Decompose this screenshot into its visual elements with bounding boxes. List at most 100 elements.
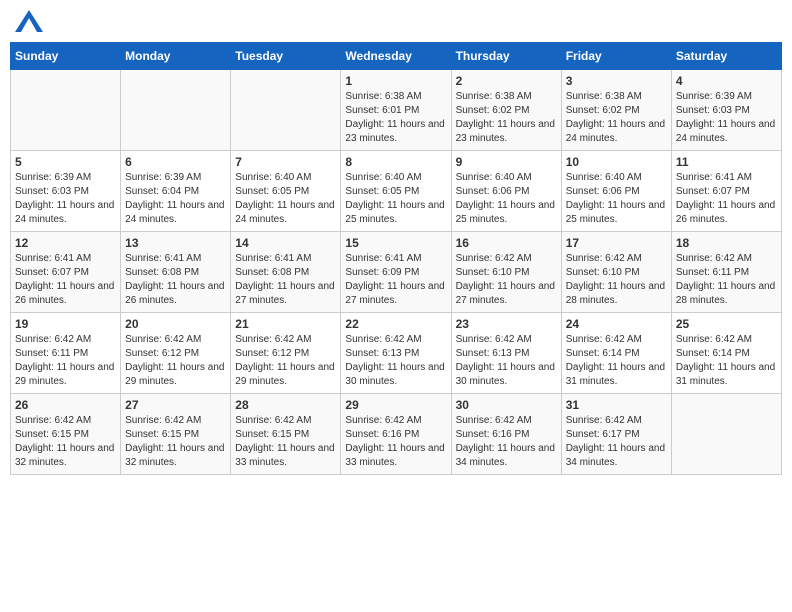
- day-number: 21: [235, 317, 336, 331]
- day-number: 23: [456, 317, 557, 331]
- day-cell: 13 Sunrise: 6:41 AMSunset: 6:08 PMDayligh…: [121, 232, 231, 313]
- day-cell: 15 Sunrise: 6:41 AMSunset: 6:09 PMDayligh…: [341, 232, 451, 313]
- day-number: 15: [345, 236, 446, 250]
- day-info: Sunrise: 6:40 AMSunset: 6:05 PMDaylight:…: [345, 171, 446, 227]
- day-number: 8: [345, 155, 446, 169]
- day-cell: 16 Sunrise: 6:42 AMSunset: 6:10 PMDayligh…: [451, 232, 561, 313]
- day-number: 2: [456, 74, 557, 88]
- day-cell: 10 Sunrise: 6:40 AMSunset: 6:06 PMDayligh…: [561, 151, 671, 232]
- calendar: SundayMondayTuesdayWednesdayThursdayFrid…: [10, 42, 782, 475]
- day-cell: 1Sunrise: 6:38 AMSunset: 6:01 PMDaylight…: [341, 70, 451, 151]
- week-row-2: 5Sunrise: 6:39 AMSunset: 6:03 PMDaylight…: [11, 151, 782, 232]
- day-number: 18: [676, 236, 777, 250]
- day-info: Sunrise: 6:41 AMSunset: 6:07 PMDaylight:…: [676, 171, 777, 227]
- day-number: 17: [566, 236, 667, 250]
- day-number: 6: [125, 155, 226, 169]
- weekday-header-thursday: Thursday: [451, 43, 561, 70]
- day-cell: [121, 70, 231, 151]
- day-info: Sunrise: 6:40 AMSunset: 6:05 PMDaylight:…: [235, 171, 336, 227]
- day-info: Sunrise: 6:39 AMSunset: 6:03 PMDaylight:…: [676, 90, 777, 146]
- day-info: Sunrise: 6:42 AMSunset: 6:14 PMDaylight:…: [676, 333, 777, 389]
- day-number: 3: [566, 74, 667, 88]
- day-cell: 26 Sunrise: 6:42 AMSunset: 6:15 PMDayligh…: [11, 394, 121, 475]
- day-number: 25: [676, 317, 777, 331]
- day-cell: 5Sunrise: 6:39 AMSunset: 6:03 PMDaylight…: [11, 151, 121, 232]
- logo: [15, 10, 45, 32]
- day-cell: [671, 394, 781, 475]
- day-info: Sunrise: 6:42 AMSunset: 6:15 PMDaylight:…: [125, 414, 226, 470]
- day-info: Sunrise: 6:38 AMSunset: 6:02 PMDaylight:…: [456, 90, 557, 146]
- week-row-4: 19 Sunrise: 6:42 AMSunset: 6:11 PMDayligh…: [11, 313, 782, 394]
- day-number: 31: [566, 398, 667, 412]
- weekday-header-saturday: Saturday: [671, 43, 781, 70]
- week-row-5: 26 Sunrise: 6:42 AMSunset: 6:15 PMDayligh…: [11, 394, 782, 475]
- day-info: Sunrise: 6:42 AMSunset: 6:13 PMDaylight:…: [456, 333, 557, 389]
- day-info: Sunrise: 6:42 AMSunset: 6:15 PMDaylight:…: [15, 414, 116, 470]
- day-number: 1: [345, 74, 446, 88]
- weekday-header-tuesday: Tuesday: [231, 43, 341, 70]
- day-number: 10: [566, 155, 667, 169]
- day-info: Sunrise: 6:42 AMSunset: 6:11 PMDaylight:…: [676, 252, 777, 308]
- day-cell: 4 Sunrise: 6:39 AMSunset: 6:03 PMDaylight…: [671, 70, 781, 151]
- day-info: Sunrise: 6:41 AMSunset: 6:08 PMDaylight:…: [235, 252, 336, 308]
- weekday-header-wednesday: Wednesday: [341, 43, 451, 70]
- day-info: Sunrise: 6:40 AMSunset: 6:06 PMDaylight:…: [566, 171, 667, 227]
- day-number: 27: [125, 398, 226, 412]
- day-info: Sunrise: 6:42 AMSunset: 6:13 PMDaylight:…: [345, 333, 446, 389]
- day-cell: 20 Sunrise: 6:42 AMSunset: 6:12 PMDayligh…: [121, 313, 231, 394]
- day-cell: 30 Sunrise: 6:42 AMSunset: 6:16 PMDayligh…: [451, 394, 561, 475]
- day-info: Sunrise: 6:41 AMSunset: 6:08 PMDaylight:…: [125, 252, 226, 308]
- day-number: 20: [125, 317, 226, 331]
- day-info: Sunrise: 6:42 AMSunset: 6:11 PMDaylight:…: [15, 333, 116, 389]
- day-info: Sunrise: 6:41 AMSunset: 6:09 PMDaylight:…: [345, 252, 446, 308]
- day-cell: 18 Sunrise: 6:42 AMSunset: 6:11 PMDayligh…: [671, 232, 781, 313]
- day-info: Sunrise: 6:42 AMSunset: 6:12 PMDaylight:…: [235, 333, 336, 389]
- day-info: Sunrise: 6:42 AMSunset: 6:10 PMDaylight:…: [456, 252, 557, 308]
- day-cell: 22 Sunrise: 6:42 AMSunset: 6:13 PMDayligh…: [341, 313, 451, 394]
- day-info: Sunrise: 6:39 AMSunset: 6:03 PMDaylight:…: [15, 171, 116, 227]
- day-info: Sunrise: 6:42 AMSunset: 6:17 PMDaylight:…: [566, 414, 667, 470]
- day-number: 29: [345, 398, 446, 412]
- day-info: Sunrise: 6:42 AMSunset: 6:10 PMDaylight:…: [566, 252, 667, 308]
- day-info: Sunrise: 6:40 AMSunset: 6:06 PMDaylight:…: [456, 171, 557, 227]
- day-cell: 24Sunrise: 6:42 AMSunset: 6:14 PMDayligh…: [561, 313, 671, 394]
- day-number: 11: [676, 155, 777, 169]
- week-row-3: 12 Sunrise: 6:41 AMSunset: 6:07 PMDayligh…: [11, 232, 782, 313]
- day-cell: 29Sunrise: 6:42 AMSunset: 6:16 PMDayligh…: [341, 394, 451, 475]
- day-info: Sunrise: 6:42 AMSunset: 6:16 PMDaylight:…: [456, 414, 557, 470]
- day-number: 4: [676, 74, 777, 88]
- day-info: Sunrise: 6:42 AMSunset: 6:12 PMDaylight:…: [125, 333, 226, 389]
- day-number: 16: [456, 236, 557, 250]
- day-number: 12: [15, 236, 116, 250]
- day-number: 9: [456, 155, 557, 169]
- weekday-header-monday: Monday: [121, 43, 231, 70]
- page-header: [10, 10, 782, 32]
- day-cell: 28Sunrise: 6:42 AMSunset: 6:15 PMDayligh…: [231, 394, 341, 475]
- week-row-1: 1Sunrise: 6:38 AMSunset: 6:01 PMDaylight…: [11, 70, 782, 151]
- day-number: 26: [15, 398, 116, 412]
- day-cell: 12 Sunrise: 6:41 AMSunset: 6:07 PMDayligh…: [11, 232, 121, 313]
- day-number: 28: [235, 398, 336, 412]
- day-number: 19: [15, 317, 116, 331]
- day-cell: [231, 70, 341, 151]
- day-info: Sunrise: 6:41 AMSunset: 6:07 PMDaylight:…: [15, 252, 116, 308]
- day-cell: 17 Sunrise: 6:42 AMSunset: 6:10 PMDayligh…: [561, 232, 671, 313]
- day-cell: 7 Sunrise: 6:40 AMSunset: 6:05 PMDaylight…: [231, 151, 341, 232]
- day-cell: 19 Sunrise: 6:42 AMSunset: 6:11 PMDayligh…: [11, 313, 121, 394]
- day-cell: 3Sunrise: 6:38 AMSunset: 6:02 PMDaylight…: [561, 70, 671, 151]
- day-cell: 25 Sunrise: 6:42 AMSunset: 6:14 PMDayligh…: [671, 313, 781, 394]
- day-number: 24: [566, 317, 667, 331]
- day-number: 22: [345, 317, 446, 331]
- weekday-header-sunday: Sunday: [11, 43, 121, 70]
- day-cell: 9 Sunrise: 6:40 AMSunset: 6:06 PMDaylight…: [451, 151, 561, 232]
- day-number: 7: [235, 155, 336, 169]
- day-number: 30: [456, 398, 557, 412]
- day-cell: 14Sunrise: 6:41 AMSunset: 6:08 PMDayligh…: [231, 232, 341, 313]
- day-cell: 2 Sunrise: 6:38 AMSunset: 6:02 PMDaylight…: [451, 70, 561, 151]
- day-cell: 6 Sunrise: 6:39 AMSunset: 6:04 PMDaylight…: [121, 151, 231, 232]
- weekday-header-row: SundayMondayTuesdayWednesdayThursdayFrid…: [11, 43, 782, 70]
- day-number: 13: [125, 236, 226, 250]
- day-cell: 11 Sunrise: 6:41 AMSunset: 6:07 PMDayligh…: [671, 151, 781, 232]
- day-cell: 23 Sunrise: 6:42 AMSunset: 6:13 PMDayligh…: [451, 313, 561, 394]
- day-info: Sunrise: 6:39 AMSunset: 6:04 PMDaylight:…: [125, 171, 226, 227]
